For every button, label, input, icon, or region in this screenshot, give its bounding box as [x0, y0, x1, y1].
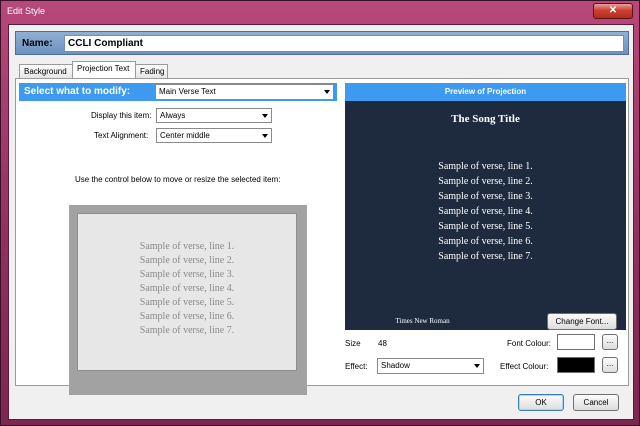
tab-projection-text[interactable]: Projection Text: [72, 61, 136, 79]
alignment-select-value: Center middle: [160, 131, 210, 140]
chevron-down-icon: [262, 114, 268, 118]
ok-button[interactable]: OK: [518, 394, 564, 411]
preview-verse-line: Sample of verse, line 5.: [438, 221, 533, 232]
preview-verse-line: Sample of verse, line 6.: [438, 236, 533, 247]
move-resize-control[interactable]: Sample of verse, line 1. Sample of verse…: [69, 205, 307, 395]
cancel-button[interactable]: Cancel: [573, 394, 619, 411]
modify-select[interactable]: Main Verse Text: [155, 84, 334, 100]
effect-select[interactable]: Shadow: [377, 358, 484, 374]
font-colour-browse-button[interactable]: ...: [602, 334, 618, 350]
verse-line: Sample of verse, line 6.: [139, 311, 235, 322]
tab-fading[interactable]: Fading: [135, 64, 168, 79]
effect-colour-label: Effect Colour:: [500, 362, 549, 371]
name-input[interactable]: [64, 35, 624, 52]
modify-select-value: Main Verse Text: [159, 87, 216, 96]
close-button[interactable]: ✕: [593, 3, 633, 19]
dialog-client: Name: Background Projection Text Fading …: [8, 24, 634, 420]
verse-text-region[interactable]: Sample of verse, line 1. Sample of verse…: [77, 213, 297, 371]
modify-bar: Select what to modify: Main Verse Text: [19, 83, 337, 101]
preview-verse-line: Sample of verse, line 2.: [438, 176, 533, 187]
chevron-down-icon: [474, 364, 480, 368]
close-icon[interactable]: ✕: [609, 5, 617, 16]
display-select-value: Always: [160, 111, 186, 120]
alignment-select[interactable]: Center middle: [156, 128, 272, 143]
effect-label: Effect:: [345, 362, 368, 371]
verse-line: Sample of verse, line 4.: [139, 283, 235, 294]
preview-verse-line: Sample of verse, line 1.: [438, 161, 533, 172]
verse-line: Sample of verse, line 1.: [139, 241, 235, 252]
modify-label: Select what to modify:: [24, 86, 131, 97]
verse-line: Sample of verse, line 5.: [139, 297, 235, 308]
verse-sample-lines: Sample of verse, line 1. Sample of verse…: [78, 240, 296, 338]
tab-fading-label: Fading: [140, 67, 165, 76]
name-label: Name:: [22, 38, 53, 49]
font-colour-swatch[interactable]: [557, 334, 595, 350]
size-label: Size: [345, 339, 361, 348]
preview-header: Preview of Projection: [345, 83, 626, 101]
change-font-button[interactable]: Change Font...: [547, 313, 617, 330]
chevron-down-icon: [324, 90, 330, 94]
verse-line: Sample of verse, line 3.: [139, 269, 235, 280]
effect-colour-swatch[interactable]: [557, 357, 595, 373]
font-colour-label: Font Colour:: [507, 339, 552, 348]
size-value: 48: [378, 339, 387, 348]
effect-select-value: Shadow: [381, 361, 410, 370]
verse-line: Sample of verse, line 2.: [139, 255, 235, 266]
tab-projection-text-label: Projection Text: [77, 64, 130, 73]
chevron-down-icon: [262, 134, 268, 138]
alignment-label: Text Alignment:: [94, 131, 149, 140]
tab-background-label: Background: [24, 67, 67, 76]
tab-background[interactable]: Background: [19, 64, 73, 79]
title-bar[interactable]: Edit Style ✕: [1, 1, 639, 23]
verse-line: Sample of verse, line 7.: [139, 325, 235, 336]
window-title: Edit Style: [7, 6, 46, 16]
edit-style-window: Edit Style ✕ Name: Background Projection…: [0, 0, 640, 426]
preview-verse-line: Sample of verse, line 4.: [438, 206, 533, 217]
preview-verse-line: Sample of verse, line 7.: [438, 251, 533, 262]
song-title: The Song Title: [451, 113, 520, 125]
projection-preview: The Song Title Sample of verse, line 1. …: [345, 101, 626, 330]
name-bar: Name:: [15, 31, 629, 55]
effect-colour-browse-button[interactable]: ...: [602, 357, 618, 373]
display-label: Display this item:: [91, 111, 152, 120]
display-select[interactable]: Always: [156, 108, 272, 123]
preview-verse-lines: Sample of verse, line 1. Sample of verse…: [345, 159, 626, 264]
preview-verse-line: Sample of verse, line 3.: [438, 191, 533, 202]
move-hint: Use the control below to move or resize …: [75, 175, 281, 184]
font-name-display: Times New Roman: [345, 314, 500, 329]
